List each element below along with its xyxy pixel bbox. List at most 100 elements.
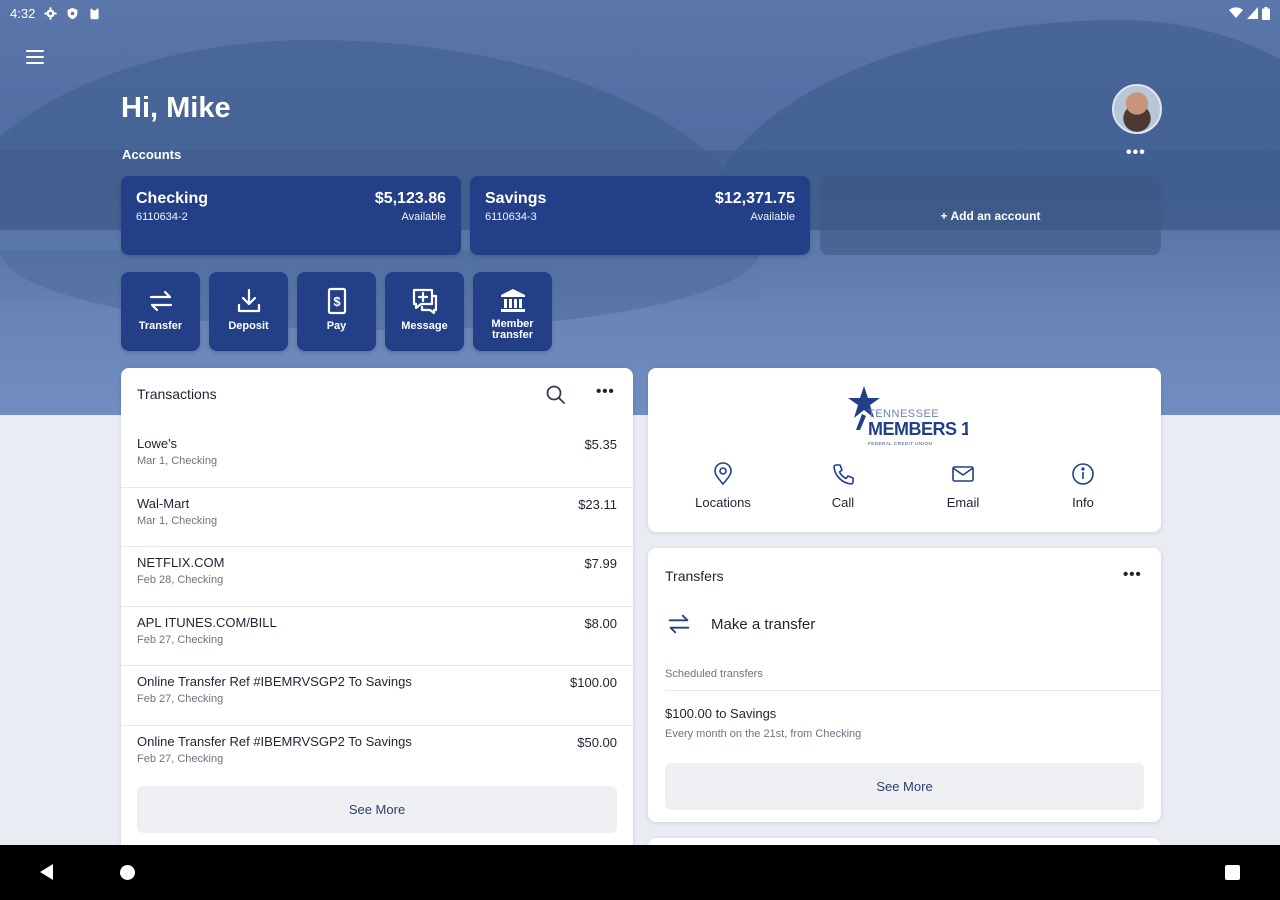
pay-button[interactable]: $ Pay <box>297 272 376 351</box>
email-icon <box>952 466 974 482</box>
recents-icon[interactable] <box>1225 865 1240 880</box>
wifi-icon <box>1229 7 1243 18</box>
transfers-see-more-button[interactable]: See More <box>665 763 1144 810</box>
account-name: Checking <box>136 190 209 207</box>
transaction-name: NETFLIX.COM <box>137 555 225 570</box>
email-button[interactable]: Email <box>903 462 1023 510</box>
deposit-button[interactable]: Deposit <box>209 272 288 351</box>
home-icon[interactable] <box>120 865 135 880</box>
add-account-button[interactable]: + Add an account <box>820 176 1161 255</box>
account-name: Savings <box>485 190 547 207</box>
transaction-name: Online Transfer Ref #IBEMRVSGP2 To Savin… <box>137 674 412 689</box>
location-pin-icon <box>714 462 732 486</box>
message-icon <box>412 288 437 315</box>
transaction-row[interactable]: Lowe's Mar 1, Checking $5.35 <box>121 428 633 488</box>
transaction-row[interactable]: Online Transfer Ref #IBEMRVSGP2 To Savin… <box>121 666 633 726</box>
logo-line2: MEMBERS 1ST <box>868 419 968 439</box>
credit-union-logo: TENNESSEE MEMBERS 1ST FEDERAL CREDIT UNI… <box>848 384 994 448</box>
call-button[interactable]: Call <box>783 462 903 510</box>
system-nav-bar <box>0 845 1280 900</box>
transaction-name: Lowe's <box>137 436 178 451</box>
transfers-card: Transfers ••• Make a transfer Scheduled … <box>648 548 1161 822</box>
transaction-detail: Feb 27, Checking <box>137 633 224 646</box>
account-balance: $5,123.86 <box>374 190 446 207</box>
scheduled-transfer-title[interactable]: $100.00 to Savings <box>665 706 776 721</box>
transaction-row[interactable]: NETFLIX.COM Feb 28, Checking $7.99 <box>121 547 633 607</box>
transaction-amount: $5.35 <box>584 437 617 452</box>
action-label: Email <box>946 495 980 510</box>
account-number: 6110634-3 <box>485 211 537 223</box>
account-balance: $12,371.75 <box>714 190 795 207</box>
transaction-detail: Feb 27, Checking <box>137 752 224 765</box>
quick-action-label: Member transfer <box>491 318 534 341</box>
deposit-icon <box>237 288 260 313</box>
bank-icon <box>500 289 525 312</box>
transaction-amount: $50.00 <box>577 734 617 750</box>
phone-icon <box>833 464 854 485</box>
scheduled-transfers-label: Scheduled transfers <box>665 668 763 680</box>
menu-icon[interactable] <box>26 46 48 68</box>
status-time: 4:32 <box>10 5 36 21</box>
action-label: Call <box>831 495 855 510</box>
transaction-amount: $23.11 <box>578 496 617 512</box>
transaction-amount: $8.00 <box>584 615 617 631</box>
battery-icon <box>1262 6 1270 20</box>
quick-action-label: Deposit <box>228 320 269 332</box>
locations-button[interactable]: Locations <box>663 462 783 510</box>
accounts-more-icon[interactable]: ••• <box>1126 145 1146 161</box>
account-card-savings[interactable]: Savings $12,371.75 6110634-3 Available <box>470 176 810 255</box>
divider <box>665 690 1161 691</box>
account-number: 6110634-2 <box>136 211 188 223</box>
search-icon[interactable] <box>545 384 567 406</box>
transaction-amount: $7.99 <box>584 556 617 571</box>
gear-icon <box>44 6 57 20</box>
transfer-button[interactable]: Transfer <box>121 272 200 351</box>
star-logo-icon: TENNESSEE MEMBERS 1ST FEDERAL CREDIT UNI… <box>848 386 994 446</box>
accounts-label: Accounts <box>122 147 182 162</box>
credit-union-card: TENNESSEE MEMBERS 1ST FEDERAL CREDIT UNI… <box>648 368 1161 532</box>
svg-text:$: $ <box>333 294 341 309</box>
account-card-checking[interactable]: Checking $5,123.86 6110634-2 Available <box>121 176 461 255</box>
transaction-detail: Mar 1, Checking <box>137 455 218 467</box>
credit-union-actions: Locations Call Email Info <box>648 462 1161 510</box>
transaction-amount: $100.00 <box>570 675 617 690</box>
action-label: Info <box>1072 495 1094 510</box>
status-bar: 4:32 <box>0 0 1280 26</box>
info-button[interactable]: Info <box>1023 462 1143 510</box>
transaction-row[interactable]: Wal-Mart Mar 1, Checking $23.11 <box>121 488 633 547</box>
transfer-icon <box>149 290 172 312</box>
transactions-card: Transactions Lowe's Mar 1, Checking $5.3… <box>121 368 633 858</box>
greeting-title: Hi, Mike <box>121 92 231 124</box>
transfer-icon <box>668 614 690 634</box>
transaction-name: APL ITUNES.COM/BILL <box>137 614 277 630</box>
transactions-title: Transactions <box>137 386 217 402</box>
transaction-name: Wal-Mart <box>137 495 190 511</box>
transactions-list: Lowe's Mar 1, Checking $5.35 Wal-Mart Ma… <box>121 428 633 785</box>
transactions-more-icon[interactable]: ••• <box>596 383 615 400</box>
member-transfer-button[interactable]: Member transfer <box>473 272 552 351</box>
logo-line3: FEDERAL CREDIT UNION <box>868 441 932 446</box>
avatar[interactable] <box>1112 84 1162 134</box>
transaction-name: Online Transfer Ref #IBEMRVSGP2 To Savin… <box>137 733 412 749</box>
bill-icon: $ <box>327 287 346 315</box>
transaction-row[interactable]: APL ITUNES.COM/BILL Feb 27, Checking $8.… <box>121 607 633 666</box>
account-balance-label: Available <box>401 211 446 223</box>
scheduled-transfer-detail: Every month on the 21st, from Checking <box>665 728 862 740</box>
clipboard-icon <box>90 7 99 19</box>
account-balance-label: Available <box>750 211 795 223</box>
shield-icon <box>67 7 78 19</box>
signal-icon <box>1247 7 1258 19</box>
message-button[interactable]: Message <box>385 272 464 351</box>
action-label: Locations <box>695 495 751 510</box>
quick-action-label: Transfer <box>138 320 183 332</box>
transaction-row[interactable]: Online Transfer Ref #IBEMRVSGP2 To Savin… <box>121 726 633 786</box>
back-icon[interactable] <box>40 864 54 880</box>
info-icon <box>1072 463 1094 485</box>
make-transfer-label: Make a transfer <box>711 615 816 633</box>
quick-action-label: Pay <box>326 320 347 332</box>
make-transfer-button[interactable]: Make a transfer <box>665 610 815 638</box>
transaction-detail: Feb 28, Checking <box>137 574 224 586</box>
transactions-see-more-button[interactable]: See More <box>137 786 617 833</box>
transfers-more-icon[interactable]: ••• <box>1123 566 1142 583</box>
transfers-title: Transfers <box>665 568 724 584</box>
